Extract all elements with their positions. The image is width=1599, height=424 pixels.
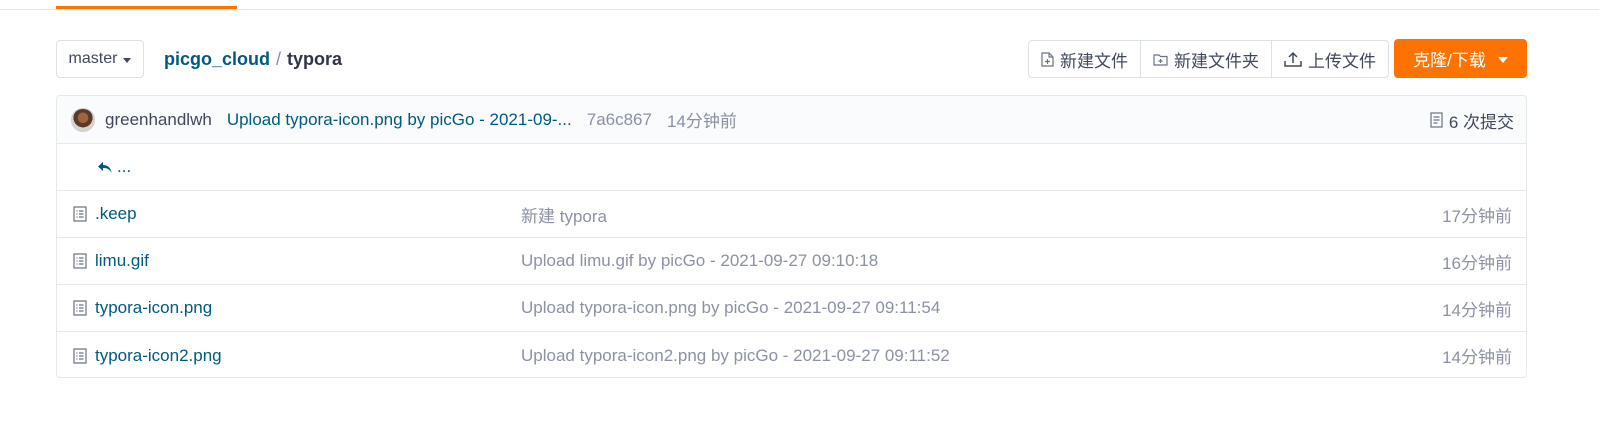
new-file-icon [1041,51,1054,67]
reply-arrow-icon [97,161,113,174]
file-commit-time: 14分钟前 [1442,300,1512,320]
parent-dir-label: ... [117,157,132,176]
new-file-button[interactable]: 新建文件 [1029,41,1141,77]
file-commit-time: 14分钟前 [1442,348,1512,367]
file-action-group: 新建文件 新建文件夹 上传文件 [1028,40,1389,78]
file-name: typora-icon2.png [95,345,222,365]
avatar[interactable] [71,107,95,132]
file-icon [73,253,87,269]
file-icon [73,206,87,222]
upload-icon [1284,51,1302,67]
file-name: typora-icon.png [95,298,213,317]
table-row: typora-icon.png Upload typora-icon.png b… [57,285,1526,332]
latest-commit-bar: greenhandlwh Upload typora-icon.png by p… [57,96,1526,144]
breadcrumb: picgo_cloud / typora [164,49,342,70]
commit-message[interactable]: Upload typora-icon.png by picGo - 2021-0… [227,110,572,130]
commit-time: 14分钟前 [666,112,737,131]
breadcrumb-repo-link[interactable]: picgo_cloud [164,49,270,70]
file-commit-message[interactable]: Upload typora-icon2.png by picGo - 2021-… [521,346,950,366]
upload-file-button[interactable]: 上传文件 [1272,41,1388,77]
commit-history-icon [1430,112,1443,128]
new-file-label: 新建文件 [1060,51,1128,71]
commit-count: 6 次提交 [1448,112,1514,132]
new-folder-icon [1153,53,1168,66]
breadcrumb-separator: / [276,49,282,69]
file-commit-time: 17分钟前 [1442,206,1512,226]
file-list: greenhandlwh Upload typora-icon.png by p… [56,95,1527,378]
active-tab-indicator [56,6,237,9]
parent-dir-row[interactable]: ... [57,144,1526,191]
file-name-link[interactable]: limu.gif [73,251,149,271]
file-name-link[interactable]: typora-icon2.png [73,346,222,366]
branch-label: master [68,50,118,67]
chevron-down-icon [123,57,132,63]
file-name-link[interactable]: .keep [73,204,137,224]
table-row: typora-icon2.png Upload typora-icon2.png… [57,332,1526,377]
breadcrumb-current: typora [287,49,343,69]
clone-download-label: 克隆/下载 [1413,51,1486,70]
table-row: limu.gif Upload limu.gif by picGo - 2021… [57,238,1526,285]
commit-sha[interactable]: 7a6c867 [587,110,652,130]
file-name: .keep [95,204,137,223]
file-name: limu.gif [95,251,149,270]
new-folder-button[interactable]: 新建文件夹 [1141,41,1272,77]
file-commit-message[interactable]: Upload limu.gif by picGo - 2021-09-27 09… [521,251,878,271]
commit-author[interactable]: greenhandlwh [105,110,212,130]
top-tab-bar [0,0,1599,10]
file-commit-time: 16分钟前 [1442,253,1512,273]
file-icon [73,300,87,316]
upload-file-label: 上传文件 [1308,51,1376,71]
chevron-down-icon [1497,56,1508,63]
parent-dir-link[interactable]: ... [57,157,131,177]
new-folder-label: 新建文件夹 [1174,51,1259,71]
branch-selector[interactable]: master [56,40,144,78]
clone-download-button[interactable]: 克隆/下载 [1394,39,1527,78]
file-icon [73,347,87,364]
file-commit-message[interactable]: Upload typora-icon.png by picGo - 2021-0… [521,298,940,318]
file-commit-message[interactable]: 新建 typora [521,202,607,227]
file-name-link[interactable]: typora-icon.png [73,298,212,318]
commit-count-link[interactable]: 6 次提交 [1430,96,1514,144]
table-row: .keep 新建 typora 17分钟前 [57,191,1526,238]
